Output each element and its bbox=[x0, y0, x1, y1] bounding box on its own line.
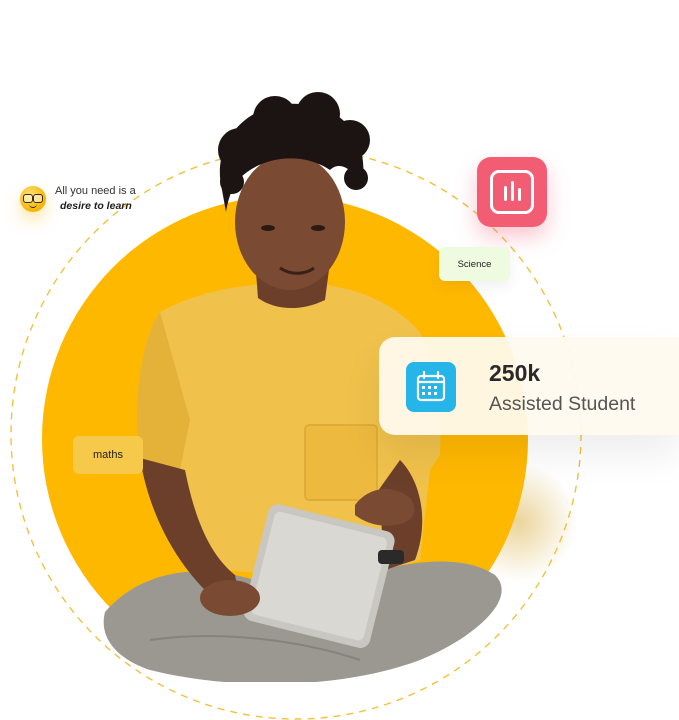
motto-line1: All you need is a bbox=[55, 185, 136, 197]
motto-text: All you need is a desire to learn bbox=[55, 184, 136, 214]
calendar-icon bbox=[406, 362, 456, 412]
hero-stage: All you need is a desire to learn Scienc… bbox=[0, 0, 679, 720]
stat-value: 250k bbox=[489, 360, 541, 386]
motto-line2: desire to learn bbox=[60, 200, 132, 212]
subject-tag-science: Science bbox=[439, 247, 510, 281]
subject-tag-maths: maths bbox=[73, 436, 143, 474]
assisted-students-card: 250k Assisted Student bbox=[379, 337, 679, 435]
nerd-face-emoji-icon bbox=[20, 186, 46, 212]
motto-tag: All you need is a desire to learn bbox=[20, 184, 136, 214]
stat-label: Assisted Student bbox=[489, 393, 636, 415]
bar-chart-icon bbox=[477, 157, 547, 227]
